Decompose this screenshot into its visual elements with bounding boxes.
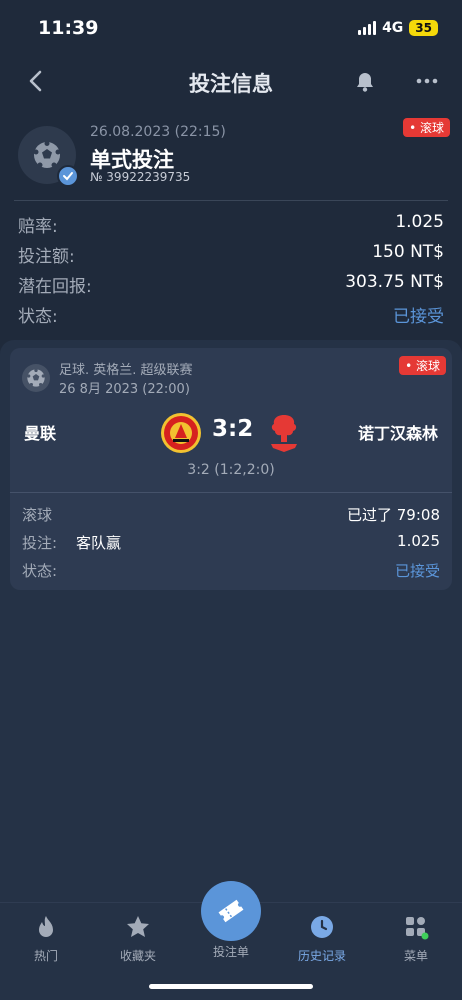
tab-label: 菜单 bbox=[403, 949, 428, 963]
odds-row: 赔率: 1.025 bbox=[18, 208, 444, 238]
half-scores: 3:2 (1:2,2:0) bbox=[187, 462, 275, 478]
divider bbox=[10, 492, 452, 493]
signal-icon bbox=[358, 21, 377, 35]
battery-icon: 35 bbox=[409, 20, 438, 36]
home-team: 曼联 bbox=[24, 424, 57, 443]
status-time: 11:39 bbox=[38, 17, 99, 39]
tab-label: 历史记录 bbox=[297, 949, 346, 963]
network-label: 4G bbox=[382, 20, 404, 36]
potential-return-label: 潜在回报: bbox=[18, 277, 92, 297]
tab-hot[interactable]: 热门 bbox=[6, 909, 86, 964]
home-indicator bbox=[149, 984, 313, 989]
league-name: 足球. 英格兰. 超级联赛 bbox=[59, 363, 193, 378]
bet-id: № 39922239735 bbox=[90, 170, 191, 184]
header: 投注信息 bbox=[0, 56, 462, 108]
away-team-crest-icon bbox=[271, 415, 297, 452]
bet-header: 26.08.2023 (22:15) 单式投注 № 39922239735 • … bbox=[0, 118, 462, 200]
bet-pick-row: 投注: 客队赢 1.025 bbox=[22, 530, 440, 554]
match-date: 26 8月 2023 (22:00) bbox=[59, 382, 190, 397]
away-team: 诺丁汉森林 bbox=[357, 424, 438, 443]
bet-pick-value: 客队赢 bbox=[76, 534, 122, 552]
star-icon bbox=[127, 916, 149, 937]
tab-favorites[interactable]: 收藏夹 bbox=[98, 909, 178, 964]
stake-value: 150 NT$ bbox=[372, 242, 444, 262]
tab-menu[interactable]: 菜单 bbox=[376, 909, 456, 964]
bet-slip-button[interactable] bbox=[201, 881, 261, 941]
odds-label: 赔率: bbox=[18, 217, 58, 237]
soccer-ball-icon bbox=[22, 364, 50, 392]
ticket-icon bbox=[218, 899, 244, 923]
check-icon bbox=[57, 165, 79, 187]
live-badge: • 滚球 bbox=[403, 118, 450, 137]
bet-date: 26.08.2023 (22:15) bbox=[90, 124, 226, 140]
grid-icon bbox=[406, 917, 429, 940]
potential-return-row: 潜在回报: 303.75 NT$ bbox=[18, 268, 444, 298]
tab-label: 收藏夹 bbox=[119, 949, 156, 963]
bet-pick-label: 投注: bbox=[22, 534, 58, 552]
status-bar: 11:39 4G 35 bbox=[0, 0, 462, 56]
live-row: 滚球 已过了 79:08 bbox=[22, 502, 440, 526]
match-status-value: 已接受 bbox=[394, 562, 440, 580]
match-status-label: 状态: bbox=[22, 562, 58, 580]
home-team-crest-icon bbox=[161, 413, 201, 453]
elapsed-time: 已过了 79:08 bbox=[347, 506, 440, 524]
clock-icon bbox=[311, 916, 333, 938]
live-label: 滚球 bbox=[22, 506, 53, 524]
bet-pick-odds: 1.025 bbox=[397, 532, 440, 550]
live-badge: • 滚球 bbox=[399, 356, 446, 375]
status-label: 状态: bbox=[18, 307, 58, 327]
status-value: 已接受 bbox=[393, 307, 444, 327]
tab-bet-slip-label[interactable]: 投注单 bbox=[191, 943, 271, 960]
match-status-row: 状态: 已接受 bbox=[22, 558, 440, 582]
potential-return-value: 303.75 NT$ bbox=[345, 272, 444, 292]
stake-label: 投注额: bbox=[18, 247, 75, 267]
tab-history[interactable]: 历史记录 bbox=[282, 909, 362, 964]
score: 3:2 bbox=[212, 416, 254, 442]
fire-icon bbox=[39, 916, 53, 937]
divider bbox=[14, 200, 448, 201]
odds-value: 1.025 bbox=[395, 212, 444, 232]
bell-icon[interactable] bbox=[352, 68, 378, 94]
stake-row: 投注额: 150 NT$ bbox=[18, 238, 444, 268]
status-row: 状态: 已接受 bbox=[18, 298, 444, 328]
more-icon[interactable] bbox=[414, 68, 440, 94]
page-title: 投注信息 bbox=[189, 72, 273, 96]
match-card[interactable]: 足球. 英格兰. 超级联赛 26 8月 2023 (22:00) • 滚球 曼联… bbox=[10, 348, 452, 590]
tab-label: 热门 bbox=[33, 949, 58, 963]
